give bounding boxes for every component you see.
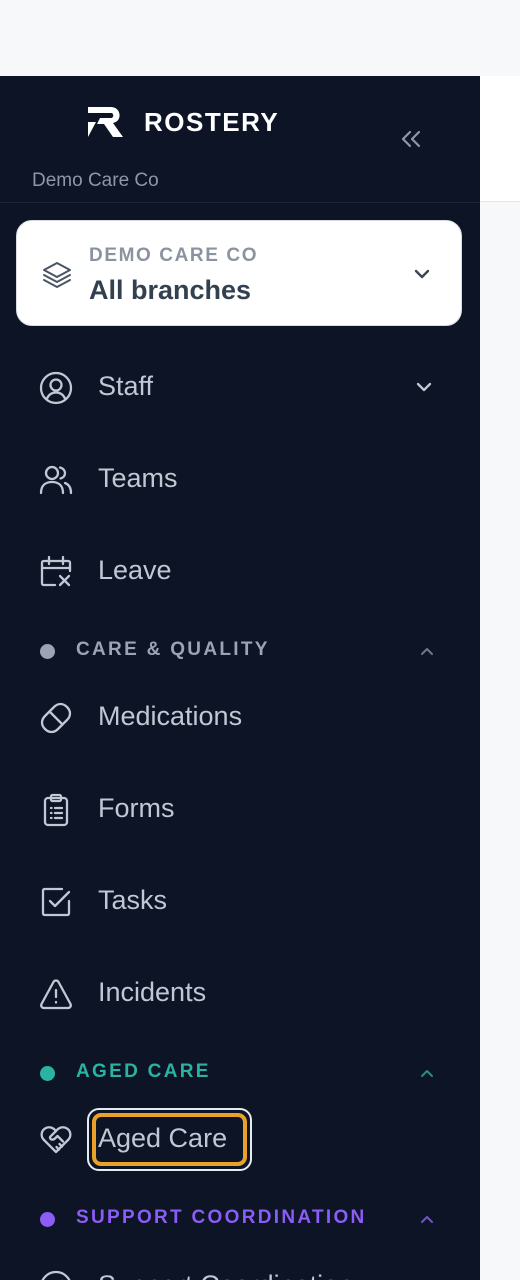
warning-icon — [40, 979, 72, 1010]
layers-icon — [43, 262, 71, 288]
rostery-logo-icon — [88, 107, 123, 137]
chevron-up-icon — [421, 1216, 433, 1223]
sidebar-item-label: Tasks — [98, 885, 168, 915]
section-dot — [40, 1212, 55, 1227]
user-circle-icon — [39, 371, 73, 405]
sidebar-item-staff[interactable]: Staff — [0, 357, 480, 417]
branch-selector-caption: DEMO CARE CO — [89, 245, 259, 266]
chevron-down-icon[interactable] — [414, 377, 434, 397]
section-header-support-coordination[interactable]: SUPPORT COORDINATION — [0, 1204, 480, 1234]
sidebar-item-label: Aged Care — [98, 1123, 228, 1153]
heart-handshake-icon — [40, 1126, 72, 1154]
sidebar-item-medications[interactable]: Medications — [0, 687, 480, 747]
sidebar-item-leave[interactable]: Leave — [0, 541, 480, 601]
sidebar-item-aged-care[interactable]: Aged Care — [0, 1109, 480, 1169]
organization-name: Demo Care Co — [32, 170, 159, 191]
chevron-up-icon — [421, 1070, 433, 1077]
users-icon — [39, 465, 73, 495]
chevron-down-icon — [414, 269, 430, 279]
section-label: CARE & QUALITY — [76, 639, 270, 660]
sidebar-item-label: Medications — [98, 701, 243, 731]
compass-icon — [41, 1270, 71, 1280]
calendar-x-icon — [40, 555, 72, 587]
clipboard-icon — [43, 793, 69, 827]
sidebar-item-label: Teams — [98, 463, 178, 493]
top-bar — [0, 0, 520, 76]
sidebar-item-label: Support Coordination — [98, 1270, 353, 1280]
section-label: SUPPORT COORDINATION — [76, 1207, 367, 1228]
sidebar-item-label: Forms — [98, 793, 175, 823]
sidebar-item-teams[interactable]: Teams — [0, 449, 480, 509]
sidebar: ROSTERY Demo Care Co DEMO CARE CO All br… — [0, 76, 480, 1280]
brand-logo[interactable]: ROSTERY — [86, 104, 279, 140]
sidebar-item-tasks[interactable]: Tasks — [0, 871, 480, 931]
main-header — [480, 76, 520, 202]
sidebar-item-label: Leave — [98, 555, 172, 585]
sidebar-item-incidents[interactable]: Incidents — [0, 963, 480, 1023]
pill-icon — [40, 702, 72, 734]
checkbox-icon — [41, 887, 71, 917]
main-content-area — [480, 76, 520, 1280]
branch-selector[interactable]: DEMO CARE CO All branches — [16, 220, 462, 326]
sidebar-item-label: Incidents — [98, 977, 207, 1007]
chevrons-left-icon — [401, 130, 421, 148]
section-label: AGED CARE — [76, 1061, 211, 1082]
section-dot — [40, 1066, 55, 1081]
section-header-aged-care[interactable]: AGED CARE — [0, 1058, 480, 1088]
brand-name: ROSTERY — [144, 106, 280, 137]
chevron-up-icon — [421, 648, 433, 655]
sidebar-item-forms[interactable]: Forms — [0, 779, 480, 839]
sidebar-item-label: Staff — [98, 371, 154, 401]
branch-selector-value: All branches — [89, 275, 252, 305]
section-header-care-quality[interactable]: CARE & QUALITY — [0, 636, 480, 666]
collapse-sidebar-button[interactable] — [396, 126, 426, 152]
section-dot — [40, 644, 55, 659]
sidebar-item-support-coordination[interactable]: Support Coordination — [0, 1256, 480, 1280]
divider — [0, 202, 480, 203]
